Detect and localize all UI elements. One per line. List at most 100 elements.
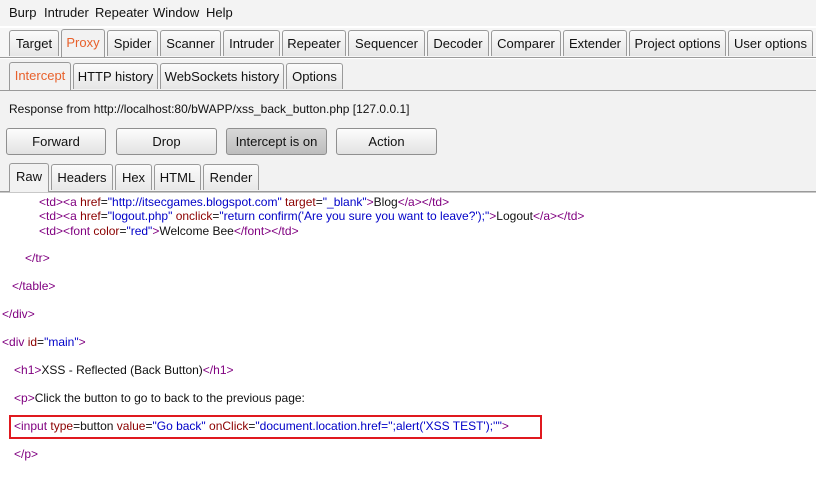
code-token: > xyxy=(366,195,374,209)
code-token: </ xyxy=(202,363,214,377)
code-token: </ xyxy=(397,195,409,209)
code-token: < xyxy=(14,363,22,377)
tab-proxy[interactable]: Proxy xyxy=(61,29,105,57)
code-token: "logout.php" xyxy=(107,209,173,223)
tab-user-options[interactable]: User options xyxy=(728,30,813,56)
tab-sequencer[interactable]: Sequencer xyxy=(348,30,425,56)
code-token: > xyxy=(27,391,35,405)
tab-comparer[interactable]: Comparer xyxy=(491,30,561,56)
code-token: > xyxy=(414,195,422,209)
code-token: td xyxy=(46,224,57,238)
code-token: color xyxy=(93,224,120,238)
code-token: < xyxy=(39,209,47,223)
tab-decoder[interactable]: Decoder xyxy=(427,30,489,56)
raw-message-editor[interactable]: <td><a href="http://itsecgames.blogspot.… xyxy=(0,192,816,478)
menu-intruder[interactable]: Intruder xyxy=(44,5,89,20)
code-token: Logout xyxy=(496,209,533,223)
tab-intruder[interactable]: Intruder xyxy=(223,30,280,56)
tab-render[interactable]: Render xyxy=(203,164,259,190)
code-token: td xyxy=(46,195,57,209)
code-token: "_blank" xyxy=(322,195,367,209)
code-token: > xyxy=(56,209,64,223)
code-line: </tr> xyxy=(25,251,50,266)
code-token: h1 xyxy=(21,363,35,377)
code-token: > xyxy=(42,251,50,265)
code-token: < xyxy=(14,391,22,405)
code-token: > xyxy=(577,209,585,223)
drop-button[interactable]: Drop xyxy=(116,128,217,155)
tab-spider[interactable]: Spider xyxy=(107,30,158,56)
code-line: </table> xyxy=(12,279,55,294)
code-token: > xyxy=(550,209,558,223)
code-token: td xyxy=(281,224,292,238)
tab-project-options[interactable]: Project options xyxy=(629,30,726,56)
tab-websockets-history[interactable]: WebSockets history xyxy=(160,63,284,89)
code-line: </div> xyxy=(2,307,35,322)
code-token: "return confirm('Are you sure you want t… xyxy=(219,209,490,223)
code-token: = xyxy=(37,335,45,349)
code-token: > xyxy=(27,307,35,321)
main-tab-bar: Target Proxy Spider Scanner Intruder Rep… xyxy=(0,28,816,58)
code-token: > xyxy=(291,224,299,238)
code-token: div xyxy=(9,335,28,349)
intercept-toggle-button[interactable]: Intercept is on xyxy=(226,128,327,155)
code-token: > xyxy=(56,224,64,238)
code-token: > xyxy=(31,447,39,461)
code-token: </ xyxy=(25,251,36,265)
code-token: href xyxy=(80,209,101,223)
tab-raw[interactable]: Raw xyxy=(9,163,49,192)
code-line: <div id="main"> xyxy=(2,335,86,350)
tab-extender[interactable]: Extender xyxy=(563,30,627,56)
menu-burp[interactable]: Burp xyxy=(9,5,36,20)
tab-target[interactable]: Target xyxy=(9,30,59,56)
tab-html[interactable]: HTML xyxy=(154,164,201,190)
tab-options[interactable]: Options xyxy=(286,63,343,89)
forward-button[interactable]: Forward xyxy=(6,128,106,155)
tab-http-history[interactable]: HTTP history xyxy=(73,63,158,89)
code-token: < xyxy=(39,195,47,209)
code-token: XSS - Reflected (Back Button) xyxy=(41,363,203,377)
code-token: < xyxy=(63,195,71,209)
proxy-tab-bar: Intercept HTTP history WebSockets histor… xyxy=(0,59,816,91)
code-token: < xyxy=(63,209,71,223)
code-token: "red" xyxy=(126,224,153,238)
tab-intercept[interactable]: Intercept xyxy=(9,62,71,90)
code-token: </ xyxy=(233,224,245,238)
action-button[interactable]: Action xyxy=(336,128,437,155)
code-line: <h1>XSS - Reflected (Back Button)</h1> xyxy=(14,363,234,378)
code-token: </ xyxy=(2,307,13,321)
code-token: = xyxy=(315,195,323,209)
code-token: = xyxy=(100,195,108,209)
tab-repeater[interactable]: Repeater xyxy=(282,30,346,56)
code-token: > xyxy=(226,363,234,377)
tab-hex[interactable]: Hex xyxy=(115,164,152,190)
response-info: Response from http://localhost:80/bWAPP/… xyxy=(9,102,410,116)
code-token: a xyxy=(408,195,415,209)
code-token: </ xyxy=(14,447,25,461)
code-token: > xyxy=(442,195,450,209)
code-token: td xyxy=(46,209,57,223)
code-token: id xyxy=(27,335,38,349)
code-token: </ xyxy=(12,279,23,293)
code-token: "http://itsecgames.blogspot.com" xyxy=(107,195,282,209)
menu-help[interactable]: Help xyxy=(206,5,233,20)
code-token: href xyxy=(80,195,101,209)
code-token: "main" xyxy=(44,335,79,349)
menu-repeater[interactable]: Repeater xyxy=(95,5,148,20)
code-token: target xyxy=(281,195,316,209)
code-token: </ xyxy=(557,209,568,223)
code-token: Click the button to go to back to the pr… xyxy=(34,391,305,405)
menu-window[interactable]: Window xyxy=(153,5,199,20)
code-token: </ xyxy=(421,195,433,209)
code-line: <td><a href="http://itsecgames.blogspot.… xyxy=(39,195,449,210)
code-token: Blog xyxy=(373,195,398,209)
code-token: = xyxy=(100,209,108,223)
tab-scanner[interactable]: Scanner xyxy=(160,30,221,56)
code-line: <p>Click the button to go to back to the… xyxy=(14,391,305,406)
code-token: h1 xyxy=(213,363,227,377)
code-token: > xyxy=(56,195,64,209)
code-line: <td><a href="logout.php" onclick="return… xyxy=(39,209,584,224)
tab-headers[interactable]: Headers xyxy=(51,164,113,190)
code-line: <td><font color="red">Welcome Bee</font>… xyxy=(39,224,299,239)
code-line: </p> xyxy=(14,447,38,462)
